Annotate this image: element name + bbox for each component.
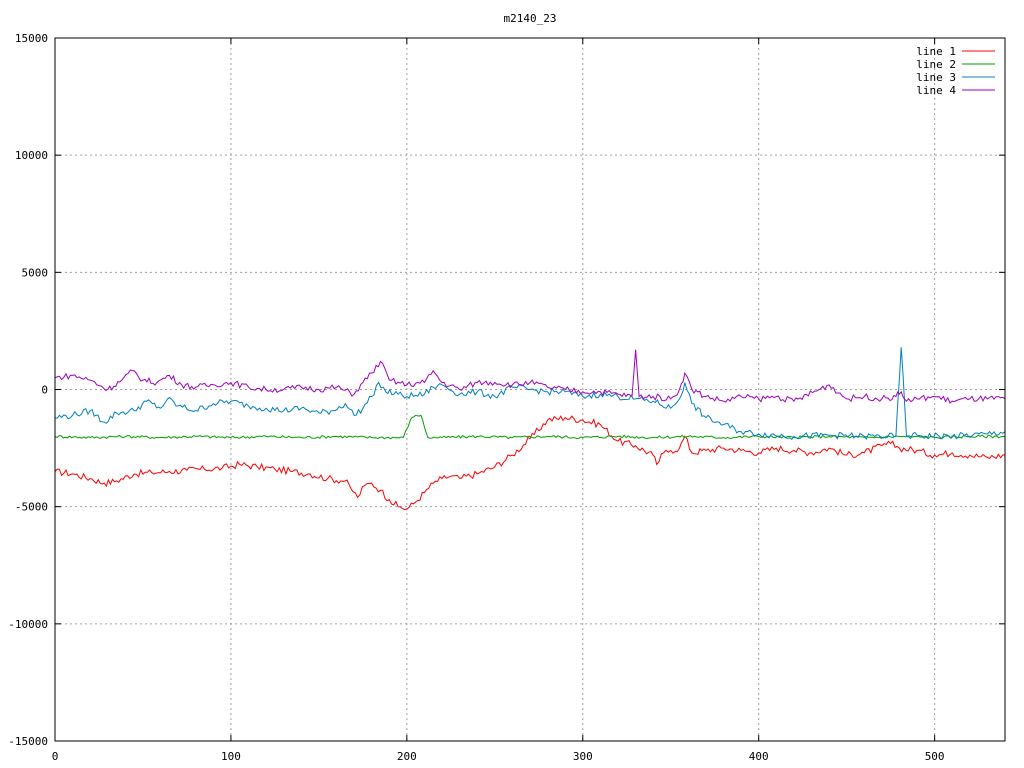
legend-label: line 1: [916, 45, 956, 58]
x-tick-label: 0: [52, 750, 59, 763]
legend-label: line 3: [916, 71, 956, 84]
x-tick-label: 300: [573, 750, 593, 763]
legend-label: line 2: [916, 58, 956, 71]
x-tick-label: 400: [749, 750, 769, 763]
x-tick-label: 100: [221, 750, 241, 763]
chart-title: m2140_23: [504, 12, 557, 25]
chart: -15000 -10000 -5000 0 5000 10000 15000 0 100 200 3…: [0, 0, 1024, 768]
legend-label: line 4: [916, 84, 956, 97]
y-tick-label: 15000: [15, 32, 48, 45]
x-tick-label: 500: [925, 750, 945, 763]
x-tick-label: 200: [397, 750, 417, 763]
y-tick-label: -10000: [8, 618, 48, 631]
y-tick-label: 0: [41, 384, 48, 397]
y-tick-label: -5000: [15, 501, 48, 514]
y-tick-label: 10000: [15, 149, 48, 162]
y-tick-label: -15000: [8, 735, 48, 748]
y-tick-label: 5000: [22, 266, 49, 279]
